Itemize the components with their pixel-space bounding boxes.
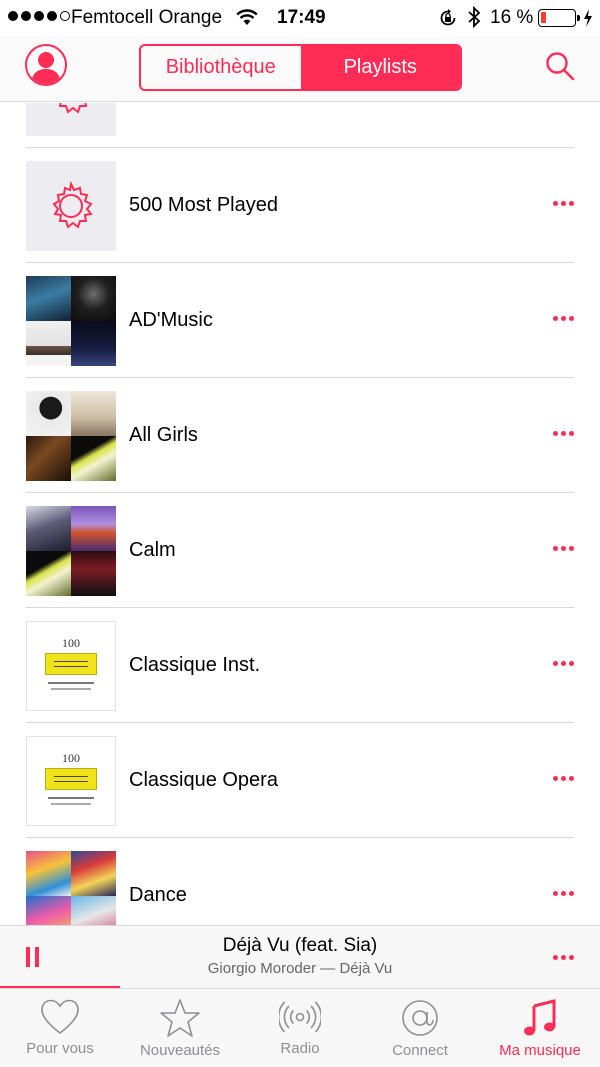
wifi-icon [236,9,258,25]
clock: 17:49 [277,7,326,28]
more-options-icon[interactable] [553,546,574,551]
more-options-icon[interactable] [553,431,574,436]
yellow-label-logo [45,653,97,675]
playlist-artwork [26,103,116,136]
playlist-title: All Girls [129,424,198,446]
tab-label: Pour vous [26,1040,94,1057]
list-item[interactable]: AD'Music [0,263,600,378]
library-playlists-segmented-control: Bibliothèque Playlists [139,44,462,91]
tab-label: Ma musique [499,1042,581,1059]
now-playing-title: Déjà Vu (feat. Sia) [222,935,378,956]
playlist-artwork [26,851,116,925]
deutsche-grammophon-cover: 100 [27,737,115,825]
star-icon [160,999,200,1037]
battery-percent: 16 % [490,7,534,28]
tab-nouveautes[interactable]: Nouveautés [120,989,240,1067]
playlist-title: 500 Most Played [129,194,278,216]
list-item[interactable]: Dance [0,838,600,925]
playlist-artwork [26,506,116,596]
playlist-list[interactable]: 500 Most Played AD'Music All Girls Calm … [0,103,600,925]
more-options-icon[interactable] [553,316,574,321]
more-options-icon[interactable] [553,891,574,896]
list-item[interactable]: 100 Classique Opera [0,723,600,838]
battery-icon [538,9,580,27]
at-icon [402,1000,438,1036]
carrier-name: Femtocell Orange [71,7,223,28]
list-item[interactable] [0,103,600,148]
gear-icon [58,103,88,114]
status-bar: Femtocell Orange 17:49 16 % [0,0,600,36]
segment-library[interactable]: Bibliothèque [141,46,301,89]
playlist-title: AD'Music [129,309,213,331]
deutsche-grammophon-cover: 100 [27,622,115,710]
now-playing-bar[interactable]: Déjà Vu (feat. Sia) Giorgio Moroder — Dé… [0,925,600,988]
person-icon [31,52,61,84]
radio-icon [279,1001,321,1033]
list-item[interactable]: Calm [0,493,600,608]
playlist-title: Calm [129,539,176,561]
tab-label: Connect [392,1042,448,1059]
album-art-text-line [48,797,94,799]
more-options-icon[interactable] [553,661,574,666]
list-item[interactable]: 100 Classique Inst. [0,608,600,723]
now-playing-subtitle: Giorgio Moroder — Déjà Vu [207,960,393,977]
tab-connect[interactable]: Connect [360,989,480,1067]
playlist-artwork [26,161,116,251]
search-icon[interactable] [544,50,576,82]
tab-label: Nouveautés [139,1042,221,1059]
nav-header: Bibliothèque Playlists [0,36,600,102]
gear-icon [52,180,93,229]
heart-icon [41,999,79,1035]
playlist-artwork [26,276,116,366]
more-options-icon[interactable] [553,955,574,960]
album-art-text-line [51,688,91,690]
profile-avatar-button[interactable] [25,44,67,86]
playlist-artwork: 100 [26,736,116,826]
segment-playlists[interactable]: Playlists [300,46,460,89]
tab-ma-musique[interactable]: Ma musique [480,989,600,1067]
more-options-icon[interactable] [553,776,574,781]
music-note-icon [524,999,556,1036]
signal-strength-icon [8,11,70,21]
tab-radio[interactable]: Radio [240,989,360,1067]
list-item[interactable]: 500 Most Played [0,148,600,263]
charging-bolt-icon [584,9,592,27]
tab-label: Radio [280,1040,320,1057]
yellow-label-logo [45,768,97,790]
tab-pour-vous[interactable]: Pour vous [0,989,120,1067]
playlist-title: Dance [129,884,187,906]
album-art-text-line [48,682,94,684]
playlist-title: Classique Opera [129,769,278,791]
album-art-text-line [51,803,91,805]
playlist-artwork [26,391,116,481]
album-art-number: 100 [62,636,80,650]
more-options-icon[interactable] [553,201,574,206]
album-art-number: 100 [62,751,80,765]
bluetooth-icon [468,6,481,28]
rotation-lock-icon [440,9,456,26]
tab-bar: Pour vous Nouveautés Radio Connect Ma mu… [0,988,600,1067]
playlist-title: Classique Inst. [129,654,261,676]
playlist-artwork: 100 [26,621,116,711]
list-item[interactable]: All Girls [0,378,600,493]
